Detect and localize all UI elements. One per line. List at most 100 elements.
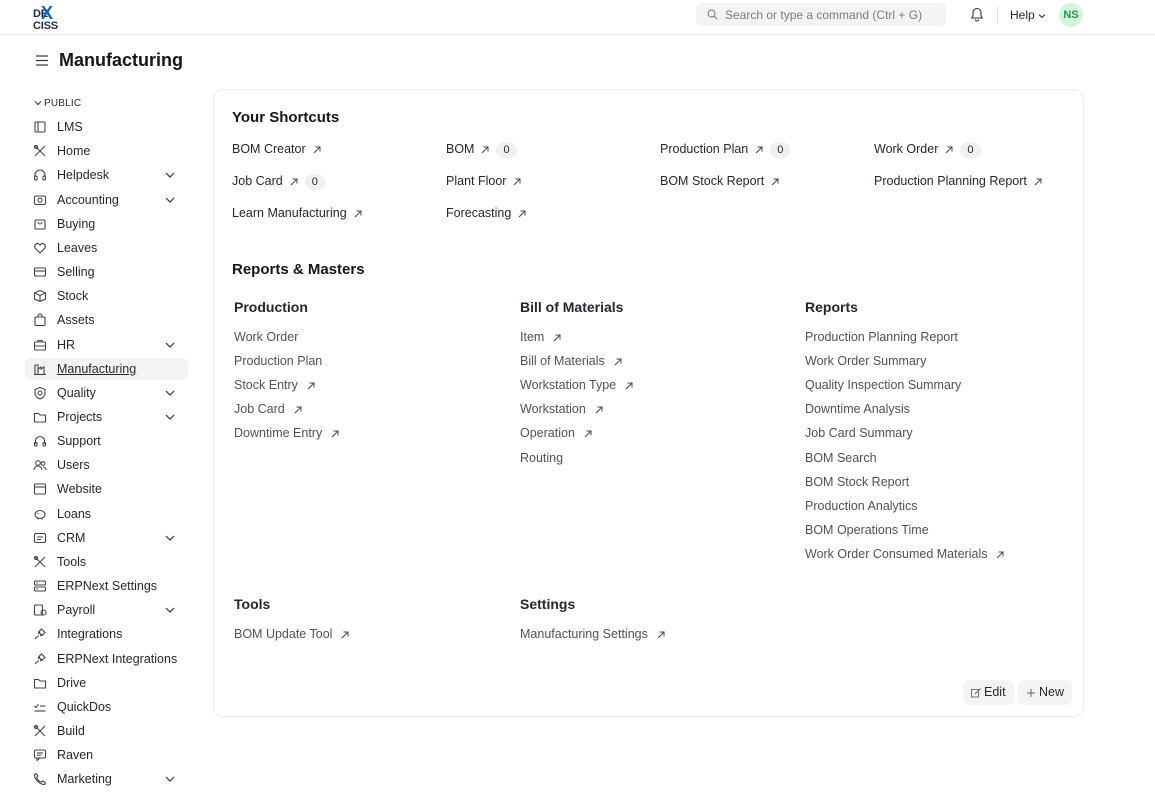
link-bom-search[interactable]: BOM Search bbox=[805, 451, 877, 465]
sidebar-item-quickdos[interactable]: QuickDos bbox=[25, 696, 188, 718]
folder-icon bbox=[33, 412, 47, 423]
bell-icon[interactable] bbox=[970, 7, 984, 22]
sidebar-section-public[interactable]: PUBLIC bbox=[34, 98, 81, 109]
shortcut-plant-floor[interactable]: Plant Floor bbox=[446, 172, 521, 190]
sidebar-item-leaves[interactable]: Leaves bbox=[25, 237, 188, 259]
edit-button[interactable]: Edit bbox=[963, 680, 1014, 705]
section-title-tools: Tools bbox=[234, 596, 271, 612]
sidebar-item-label: ERPNext Integrations bbox=[57, 652, 178, 666]
search-bar[interactable] bbox=[696, 3, 946, 26]
sidebar-item-website[interactable]: Website bbox=[25, 478, 188, 500]
sidebar-item-marketing[interactable]: Marketing bbox=[25, 768, 188, 790]
sidebar-item-label: Accounting bbox=[57, 193, 119, 207]
external-arrow-icon bbox=[997, 551, 1004, 559]
sidebar-item-drive[interactable]: Drive bbox=[25, 672, 188, 694]
link-label: BOM Update Tool bbox=[234, 627, 333, 641]
sidebar-item-label: Loans bbox=[57, 507, 92, 521]
link-workstation[interactable]: Workstation bbox=[520, 402, 603, 416]
sidebar-item-lms[interactable]: LMS bbox=[25, 116, 188, 138]
link-work-order-consumed-materials[interactable]: Work Order Consumed Materials bbox=[805, 547, 1004, 561]
shortcut-job-card[interactable]: Job Card 0 bbox=[232, 172, 325, 190]
link-manufacturing-settings[interactable]: Manufacturing Settings bbox=[520, 627, 665, 641]
shortcut-bom-creator[interactable]: BOM Creator bbox=[232, 140, 321, 158]
sidebar-item-support[interactable]: Support bbox=[25, 430, 188, 452]
new-button[interactable]: New bbox=[1018, 680, 1073, 705]
sidebar-item-label: Leaves bbox=[57, 241, 98, 255]
checklist-icon bbox=[34, 704, 46, 712]
link-workstation-type[interactable]: Workstation Type bbox=[520, 378, 633, 392]
sidebar-item-quality[interactable]: Quality bbox=[25, 382, 188, 404]
sidebar-item-projects[interactable]: Projects bbox=[25, 406, 188, 428]
chevron-down-icon[interactable] bbox=[165, 389, 175, 397]
sidebar-item-helpdesk[interactable]: Helpdesk bbox=[25, 164, 188, 186]
link-job-card[interactable]: Job Card bbox=[234, 402, 302, 416]
sidebar-item-payroll[interactable]: Payroll bbox=[25, 599, 188, 621]
sidebar-section-label: PUBLIC bbox=[44, 98, 82, 109]
shortcut-learn-manufacturing[interactable]: Learn Manufacturing bbox=[232, 204, 362, 222]
external-arrow-icon bbox=[514, 178, 521, 186]
hamburger-menu-icon[interactable] bbox=[36, 55, 48, 66]
link-bom-stock-report[interactable]: BOM Stock Report bbox=[805, 475, 909, 489]
help-dropdown[interactable]: Help bbox=[1010, 8, 1046, 22]
sidebar-item-home[interactable]: Home bbox=[25, 140, 188, 162]
sidebar-item-erpnext-integrations[interactable]: ERPNext Integrations bbox=[25, 648, 188, 670]
sidebar-item-build[interactable]: Build bbox=[25, 720, 188, 742]
link-production-plan[interactable]: Production Plan bbox=[234, 354, 322, 368]
link-label: Item bbox=[520, 330, 545, 344]
sidebar-item-tools[interactable]: Tools bbox=[25, 551, 188, 573]
shortcut-work-order[interactable]: Work Order 0 bbox=[874, 140, 981, 158]
link-downtime-analysis[interactable]: Downtime Analysis bbox=[805, 402, 910, 416]
logo-x-mark: X bbox=[41, 3, 54, 23]
sidebar-item-accounting[interactable]: Accounting bbox=[25, 189, 188, 211]
chevron-down-icon[interactable] bbox=[165, 341, 175, 349]
sidebar-item-raven[interactable]: Raven bbox=[25, 744, 188, 766]
sidebar-item-loans[interactable]: Loans bbox=[25, 503, 188, 525]
chevron-down-icon[interactable] bbox=[165, 775, 175, 783]
shortcut-bom-stock-report[interactable]: BOM Stock Report bbox=[660, 172, 779, 190]
chevron-down-icon[interactable] bbox=[165, 196, 175, 204]
sidebar-item-buying[interactable]: Buying bbox=[25, 213, 188, 235]
section-title-production: Production bbox=[234, 299, 308, 315]
shortcut-bom[interactable]: BOM 0 bbox=[446, 140, 517, 158]
link-quality-inspection-summary[interactable]: Quality Inspection Summary bbox=[805, 378, 961, 392]
chevron-down-icon[interactable] bbox=[165, 606, 175, 614]
link-production-analytics[interactable]: Production Analytics bbox=[805, 499, 918, 513]
sidebar-item-selling[interactable]: Selling bbox=[25, 261, 188, 283]
link-job-card-summary[interactable]: Job Card Summary bbox=[805, 426, 913, 440]
avatar[interactable]: NS bbox=[1059, 3, 1083, 27]
link-stock-entry[interactable]: Stock Entry bbox=[234, 378, 315, 392]
link-label: Production Analytics bbox=[805, 499, 918, 513]
chevron-down-icon[interactable] bbox=[165, 413, 175, 421]
sidebar-item-stock[interactable]: Stock bbox=[25, 285, 188, 307]
external-arrow-icon bbox=[307, 382, 315, 390]
link-bom-update-tool[interactable]: BOM Update Tool bbox=[234, 627, 349, 641]
chevron-down-icon[interactable] bbox=[165, 534, 175, 542]
link-downtime-entry[interactable]: Downtime Entry bbox=[234, 426, 339, 440]
link-work-order[interactable]: Work Order bbox=[234, 330, 298, 344]
company-logo[interactable]: DECISS X bbox=[33, 3, 73, 32]
external-arrow-icon bbox=[354, 210, 362, 218]
shortcut-production-planning-report[interactable]: Production Planning Report bbox=[874, 172, 1042, 190]
sidebar-item-integrations[interactable]: Integrations bbox=[25, 623, 188, 645]
link-work-order-summary[interactable]: Work Order Summary bbox=[805, 354, 926, 368]
sidebar-item-crm[interactable]: CRM bbox=[25, 527, 188, 549]
link-bill-of-materials[interactable]: Bill of Materials bbox=[520, 354, 622, 368]
sidebar-item-assets[interactable]: Assets bbox=[25, 309, 188, 331]
sidebar-item-users[interactable]: Users bbox=[25, 454, 188, 476]
sidebar-item-manufacturing[interactable]: Manufacturing bbox=[25, 358, 188, 380]
sidebar-item-label: QuickDos bbox=[57, 700, 112, 714]
chevron-down-icon bbox=[34, 101, 42, 106]
link-production-planning-report[interactable]: Production Planning Report bbox=[805, 330, 958, 344]
link-item[interactable]: Item bbox=[520, 330, 561, 344]
shortcut-production-plan[interactable]: Production Plan 0 bbox=[660, 140, 791, 158]
chevron-down-icon[interactable] bbox=[165, 171, 175, 179]
sidebar-item-label: Selling bbox=[57, 265, 95, 279]
shortcut-forecasting[interactable]: Forecasting bbox=[446, 204, 526, 222]
sidebar-item-hr[interactable]: HR bbox=[25, 334, 188, 356]
sidebar-item-label: Raven bbox=[57, 748, 94, 762]
sidebar-item-erpnext-settings[interactable]: ERPNext Settings bbox=[25, 575, 188, 597]
link-operation[interactable]: Operation bbox=[520, 426, 592, 440]
link-routing[interactable]: Routing bbox=[520, 451, 563, 465]
search-input[interactable] bbox=[725, 3, 940, 26]
link-bom-operations-time[interactable]: BOM Operations Time bbox=[805, 523, 929, 537]
